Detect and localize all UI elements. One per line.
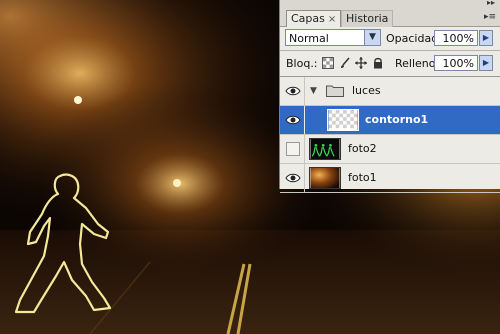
tab-historia[interactable]: Historia <box>341 10 394 27</box>
folder-icon <box>326 85 344 97</box>
layer-name: foto1 <box>348 171 377 184</box>
close-icon[interactable]: × <box>328 14 336 25</box>
tab-capas[interactable]: Capas × <box>286 10 342 27</box>
panel-header: ▸▸ <box>280 0 500 8</box>
fill-label: Relleno: <box>395 57 440 70</box>
layer-name: luces <box>352 84 381 97</box>
layer-name: foto2 <box>348 142 377 155</box>
blend-row: Normal ▼ Opacidad: 100% ▶ <box>280 27 500 49</box>
fill-arrow-icon[interactable]: ▶ <box>479 55 493 71</box>
divider <box>304 135 305 163</box>
divider <box>280 50 500 51</box>
eye-icon[interactable] <box>285 112 301 128</box>
eye-icon[interactable] <box>285 170 301 186</box>
layers-panel: ▸▸ Capas × Historia ▸≡ Normal ▼ Opacidad:… <box>279 0 500 193</box>
layer-foto2[interactable]: foto2 <box>280 135 500 164</box>
eye-icon[interactable] <box>285 83 301 99</box>
divider <box>304 77 305 105</box>
checkerboard-icon[interactable] <box>322 57 334 69</box>
fill-input[interactable]: 100% <box>434 55 478 71</box>
panel-menu-icon[interactable]: ▸≡ <box>483 12 497 24</box>
layer-contorno1[interactable]: contorno1 <box>280 106 500 135</box>
layer-name: contorno1 <box>365 113 429 126</box>
layer-foto1[interactable]: foto1 <box>280 164 500 193</box>
tab-capas-label: Capas <box>291 12 325 25</box>
lock-row: Bloq.: Relleno: 100% ▶ <box>280 52 500 74</box>
layer-thumbnail <box>309 167 341 189</box>
blend-mode-value: Normal <box>289 32 329 45</box>
tab-bar: Capas × Historia ▸≡ <box>280 8 500 27</box>
double-arrow-icon[interactable]: ▸▸ <box>487 0 495 7</box>
visibility-toggle[interactable] <box>286 142 300 156</box>
tab-historia-label: Historia <box>346 12 389 25</box>
padlock-icon[interactable] <box>372 57 384 69</box>
chevron-down-icon[interactable]: ▼ <box>364 30 380 45</box>
layer-group-luces[interactable]: ▼ luces <box>280 77 500 106</box>
blend-mode-select[interactable]: Normal ▼ <box>285 29 381 46</box>
layer-thumbnail <box>309 138 341 160</box>
move-icon[interactable] <box>355 57 367 69</box>
layers-list: ▼ luces contorno1 foto2 foto1 <box>280 76 500 193</box>
opacity-arrow-icon[interactable]: ▶ <box>479 30 493 46</box>
opacity-input[interactable]: 100% <box>434 30 478 46</box>
layer-thumbnail <box>327 109 359 131</box>
divider <box>304 164 305 192</box>
divider <box>304 106 305 134</box>
brush-icon[interactable] <box>339 57 351 69</box>
lock-label: Bloq.: <box>286 57 318 70</box>
triangle-down-icon[interactable]: ▼ <box>310 86 317 96</box>
